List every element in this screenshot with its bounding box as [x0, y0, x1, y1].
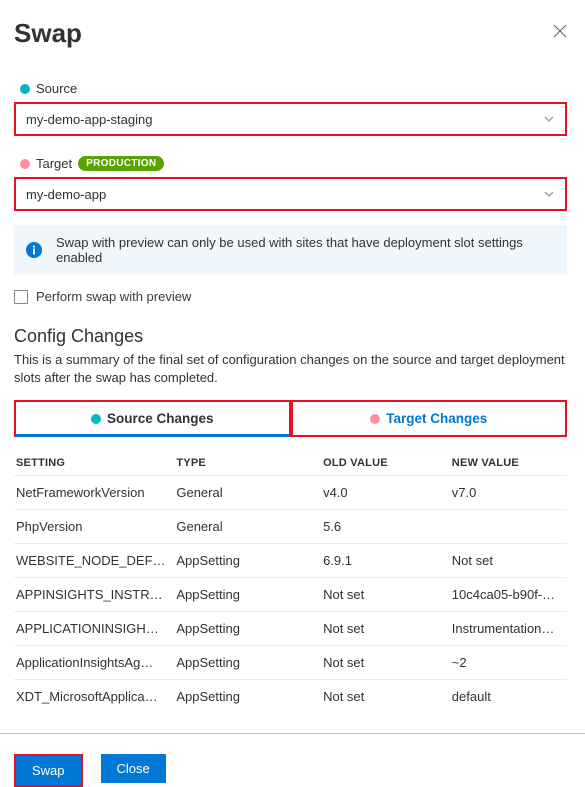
tab-target-changes[interactable]: Target Changes — [291, 400, 568, 437]
preview-checkbox-row[interactable]: Perform swap with preview — [14, 289, 567, 304]
col-setting: SETTING — [14, 451, 174, 476]
swap-button[interactable]: Swap — [16, 756, 81, 785]
cell-old: Not set — [307, 680, 440, 714]
tab-target-label: Target Changes — [386, 411, 487, 426]
cell-type: AppSetting — [174, 544, 307, 578]
table-row: WEBSITE_NODE_DEF…AppSetting6.9.1Not set — [14, 544, 567, 578]
cell-old: Not set — [307, 646, 440, 680]
source-select[interactable]: my-demo-app-staging — [14, 102, 567, 136]
cell-new: ~2 — [440, 646, 567, 680]
target-dot-icon — [370, 414, 380, 424]
cell-setting: NetFrameworkVersion — [14, 476, 174, 510]
target-value: my-demo-app — [26, 187, 106, 202]
cell-old: v4.0 — [307, 476, 440, 510]
cell-old: Not set — [307, 612, 440, 646]
table-row: APPINSIGHTS_INSTR…AppSettingNot set10c4c… — [14, 578, 567, 612]
info-text: Swap with preview can only be used with … — [56, 235, 555, 265]
cell-new: default — [440, 680, 567, 714]
cell-setting: PhpVersion — [14, 510, 174, 544]
col-old: OLD VALUE — [307, 451, 440, 476]
cell-type: AppSetting — [174, 578, 307, 612]
cell-setting: ApplicationInsightsAg… — [14, 646, 174, 680]
source-value: my-demo-app-staging — [26, 112, 152, 127]
chevron-down-icon — [543, 113, 555, 125]
close-button[interactable]: Close — [101, 754, 166, 783]
table-row: APPLICATIONINSIGH…AppSettingNot setInstr… — [14, 612, 567, 646]
info-icon — [26, 242, 42, 258]
target-label: Target — [36, 156, 72, 171]
tab-source-label: Source Changes — [107, 411, 214, 426]
cell-new: Not set — [440, 544, 567, 578]
cell-old: 6.9.1 — [307, 544, 440, 578]
target-select[interactable]: my-demo-app — [14, 177, 567, 211]
checkbox-icon — [14, 290, 28, 304]
cell-new: 10c4ca05-b90f-451f-8… — [440, 578, 567, 612]
source-dot-icon — [20, 84, 30, 94]
info-banner: Swap with preview can only be used with … — [14, 225, 567, 275]
col-type: TYPE — [174, 451, 307, 476]
production-badge: PRODUCTION — [78, 156, 164, 171]
page-title: Swap — [14, 18, 82, 49]
cell-setting: WEBSITE_NODE_DEF… — [14, 544, 174, 578]
source-label: Source — [36, 81, 77, 96]
cell-type: General — [174, 476, 307, 510]
cell-setting: APPLICATIONINSIGH… — [14, 612, 174, 646]
config-table: SETTING TYPE OLD VALUE NEW VALUE NetFram… — [14, 451, 567, 713]
table-row: XDT_MicrosoftApplica…AppSettingNot setde… — [14, 680, 567, 714]
cell-new: InstrumentationKey=… — [440, 612, 567, 646]
divider — [0, 733, 585, 734]
cell-type: AppSetting — [174, 612, 307, 646]
config-summary: This is a summary of the final set of co… — [14, 351, 567, 386]
chevron-down-icon — [543, 188, 555, 200]
target-field: Target PRODUCTION my-demo-app — [14, 156, 567, 211]
cell-type: General — [174, 510, 307, 544]
config-heading: Config Changes — [14, 326, 567, 347]
cell-old: 5.6 — [307, 510, 440, 544]
cell-new: v7.0 — [440, 476, 567, 510]
swap-button-highlight: Swap — [14, 754, 83, 787]
preview-label: Perform swap with preview — [36, 289, 191, 304]
cell-setting: XDT_MicrosoftApplica… — [14, 680, 174, 714]
cell-type: AppSetting — [174, 680, 307, 714]
col-new: NEW VALUE — [440, 451, 567, 476]
source-field: Source my-demo-app-staging — [14, 81, 567, 136]
table-row: PhpVersionGeneral5.6 — [14, 510, 567, 544]
tab-source-changes[interactable]: Source Changes — [14, 400, 291, 437]
cell-old: Not set — [307, 578, 440, 612]
cell-type: AppSetting — [174, 646, 307, 680]
table-row: NetFrameworkVersionGeneralv4.0v7.0 — [14, 476, 567, 510]
cell-setting: APPINSIGHTS_INSTR… — [14, 578, 174, 612]
target-dot-icon — [20, 159, 30, 169]
table-row: ApplicationInsightsAg…AppSettingNot set~… — [14, 646, 567, 680]
source-dot-icon — [91, 414, 101, 424]
close-icon[interactable] — [553, 24, 567, 38]
cell-new — [440, 510, 567, 544]
